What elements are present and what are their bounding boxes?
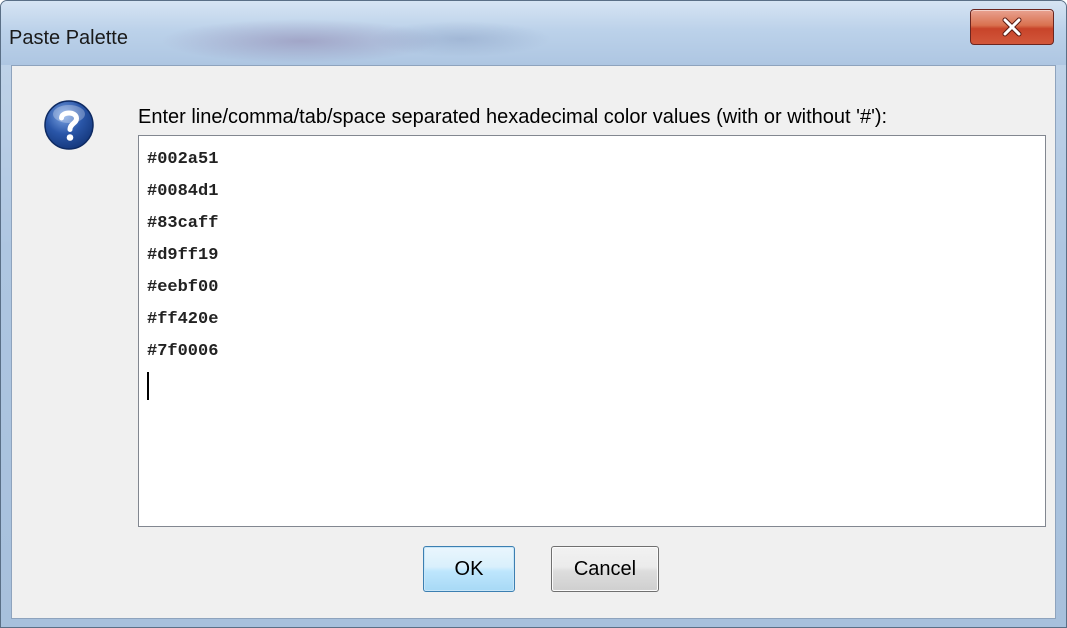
color-line: #83caff [147, 214, 219, 233]
title-bar[interactable]: Paste Palette [1, 1, 1066, 65]
color-line: #eebf00 [147, 278, 219, 297]
color-line: #0084d1 [147, 182, 219, 201]
paste-palette-dialog: Paste Palette Enter line/comma/tab/space… [0, 0, 1067, 628]
close-icon [1002, 17, 1022, 37]
instruction-label: Enter line/comma/tab/space separated hex… [138, 106, 888, 128]
color-line: #002a51 [147, 150, 219, 169]
dialog-body: Enter line/comma/tab/space separated hex… [11, 65, 1056, 619]
color-values-textarea[interactable]: #002a51 #0084d1 #83caff #d9ff19 #eebf00 … [138, 135, 1046, 527]
color-line: #7f0006 [147, 342, 219, 361]
help-question-icon [44, 100, 94, 150]
close-button[interactable] [970, 9, 1054, 45]
text-caret [147, 372, 149, 400]
window-title: Paste Palette [9, 27, 128, 49]
ok-button[interactable]: OK [423, 546, 515, 592]
cancel-button[interactable]: Cancel [551, 546, 659, 592]
color-line: #ff420e [147, 310, 219, 329]
color-line: #d9ff19 [147, 246, 219, 265]
